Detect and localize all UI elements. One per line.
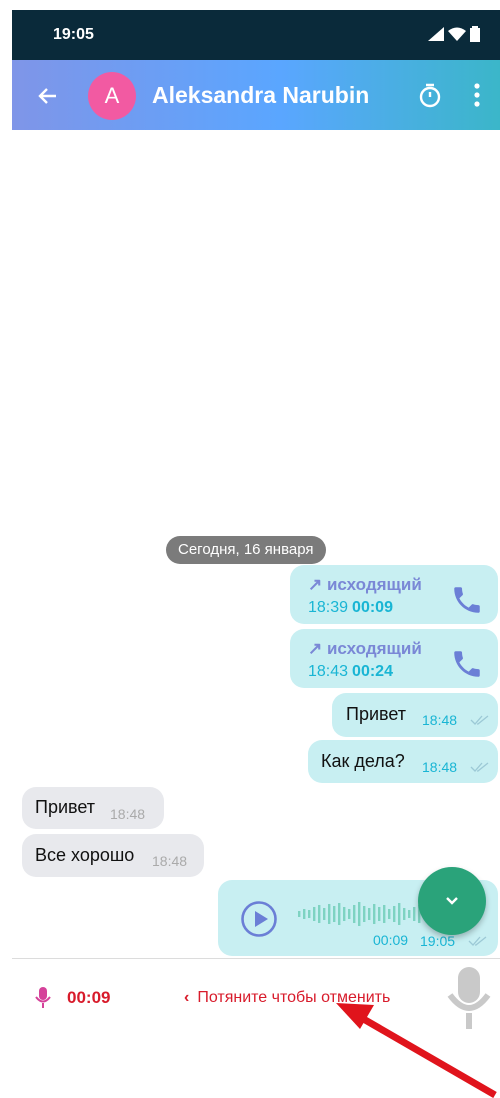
- waveform-bar: [398, 903, 401, 925]
- waveform-bar: [358, 902, 361, 926]
- message-text: Привет: [35, 797, 96, 817]
- call-time: 18:43: [308, 663, 349, 680]
- annotation-arrow: [336, 1003, 497, 1098]
- timer-icon[interactable]: [417, 82, 443, 108]
- status-icons: [428, 26, 480, 42]
- message-time: 19:05: [420, 933, 456, 949]
- divider: [12, 958, 500, 959]
- battery-icon: [470, 26, 480, 42]
- waveform-bar: [353, 905, 356, 923]
- waveform-bar: [338, 903, 341, 925]
- waveform-bar: [328, 904, 331, 924]
- call-time: 18:39: [308, 599, 349, 616]
- outgoing-message[interactable]: Как дела? 18:48: [308, 740, 498, 783]
- signal-icon: [428, 27, 444, 41]
- chevron-down-icon: [446, 897, 458, 905]
- message-text: Как дела?: [321, 751, 405, 771]
- call-duration: 00:09: [352, 599, 393, 616]
- read-ticks-icon: [470, 762, 489, 772]
- call-direction: ↗ исходящий: [308, 575, 422, 594]
- status-time: 19:05: [53, 26, 94, 43]
- call-direction: ↗ исходящий: [308, 639, 422, 658]
- waveform-bar: [408, 910, 411, 918]
- recording-timer: 00:09: [67, 988, 111, 1007]
- contact-name[interactable]: Aleksandra Narubin: [152, 82, 369, 109]
- waveform: [298, 902, 436, 926]
- waveform-bar: [368, 908, 371, 920]
- waveform-bar: [308, 910, 311, 918]
- incoming-message[interactable]: Привет 18:48: [22, 787, 164, 829]
- waveform-bar: [378, 907, 381, 921]
- message-time: 18:48: [422, 759, 458, 775]
- incoming-message[interactable]: Все хорошо 18:48: [22, 834, 204, 877]
- message-text: Все хорошо: [35, 845, 135, 865]
- back-arrow-icon[interactable]: [36, 84, 60, 108]
- waveform-bar: [318, 905, 321, 923]
- voice-duration: 00:09: [373, 932, 409, 948]
- waveform-bar: [348, 909, 351, 919]
- message-text: Привет: [346, 704, 407, 724]
- more-options-icon[interactable]: [471, 80, 483, 110]
- outgoing-message[interactable]: Привет 18:48: [332, 693, 498, 737]
- waveform-bar: [373, 904, 376, 924]
- read-ticks-icon: [470, 715, 489, 725]
- waveform-bar: [343, 907, 346, 921]
- avatar[interactable]: A: [88, 72, 136, 120]
- waveform-bar: [413, 907, 416, 921]
- waveform-bar: [298, 911, 301, 917]
- wifi-icon: [448, 27, 466, 41]
- waveform-bar: [388, 909, 391, 919]
- waveform-bar: [393, 906, 396, 922]
- waveform-bar: [363, 906, 366, 922]
- call-bubble[interactable]: ↗ исходящий 18:39 00:09: [290, 565, 498, 624]
- chat-header: A Aleksandra Narubin: [12, 60, 500, 130]
- status-bar: 19:05: [12, 10, 500, 60]
- microphone-icon: [35, 987, 51, 1008]
- waveform-bar: [403, 908, 406, 920]
- call-bubble[interactable]: ↗ исходящий 18:43 00:24: [290, 629, 498, 688]
- date-separator: Сегодня, 16 января: [166, 536, 326, 564]
- call-meta: 18:39 00:09: [308, 599, 393, 617]
- phone-icon[interactable]: [450, 647, 484, 681]
- scroll-down-button[interactable]: [418, 867, 486, 935]
- waveform-bar: [383, 905, 386, 923]
- waveform-bar: [323, 908, 326, 920]
- message-time: 18:48: [422, 712, 458, 728]
- waveform-bar: [333, 906, 336, 922]
- phone-icon[interactable]: [450, 583, 484, 617]
- waveform-bar: [313, 907, 316, 921]
- read-ticks-icon: [468, 936, 487, 946]
- waveform-bar: [303, 909, 306, 919]
- call-meta: 18:43 00:24: [308, 663, 393, 681]
- play-icon[interactable]: [240, 900, 278, 938]
- chevron-left-icon: ‹: [184, 989, 190, 1006]
- call-duration: 00:24: [352, 663, 393, 680]
- message-time: 18:48: [110, 806, 146, 822]
- message-time: 18:48: [152, 853, 188, 869]
